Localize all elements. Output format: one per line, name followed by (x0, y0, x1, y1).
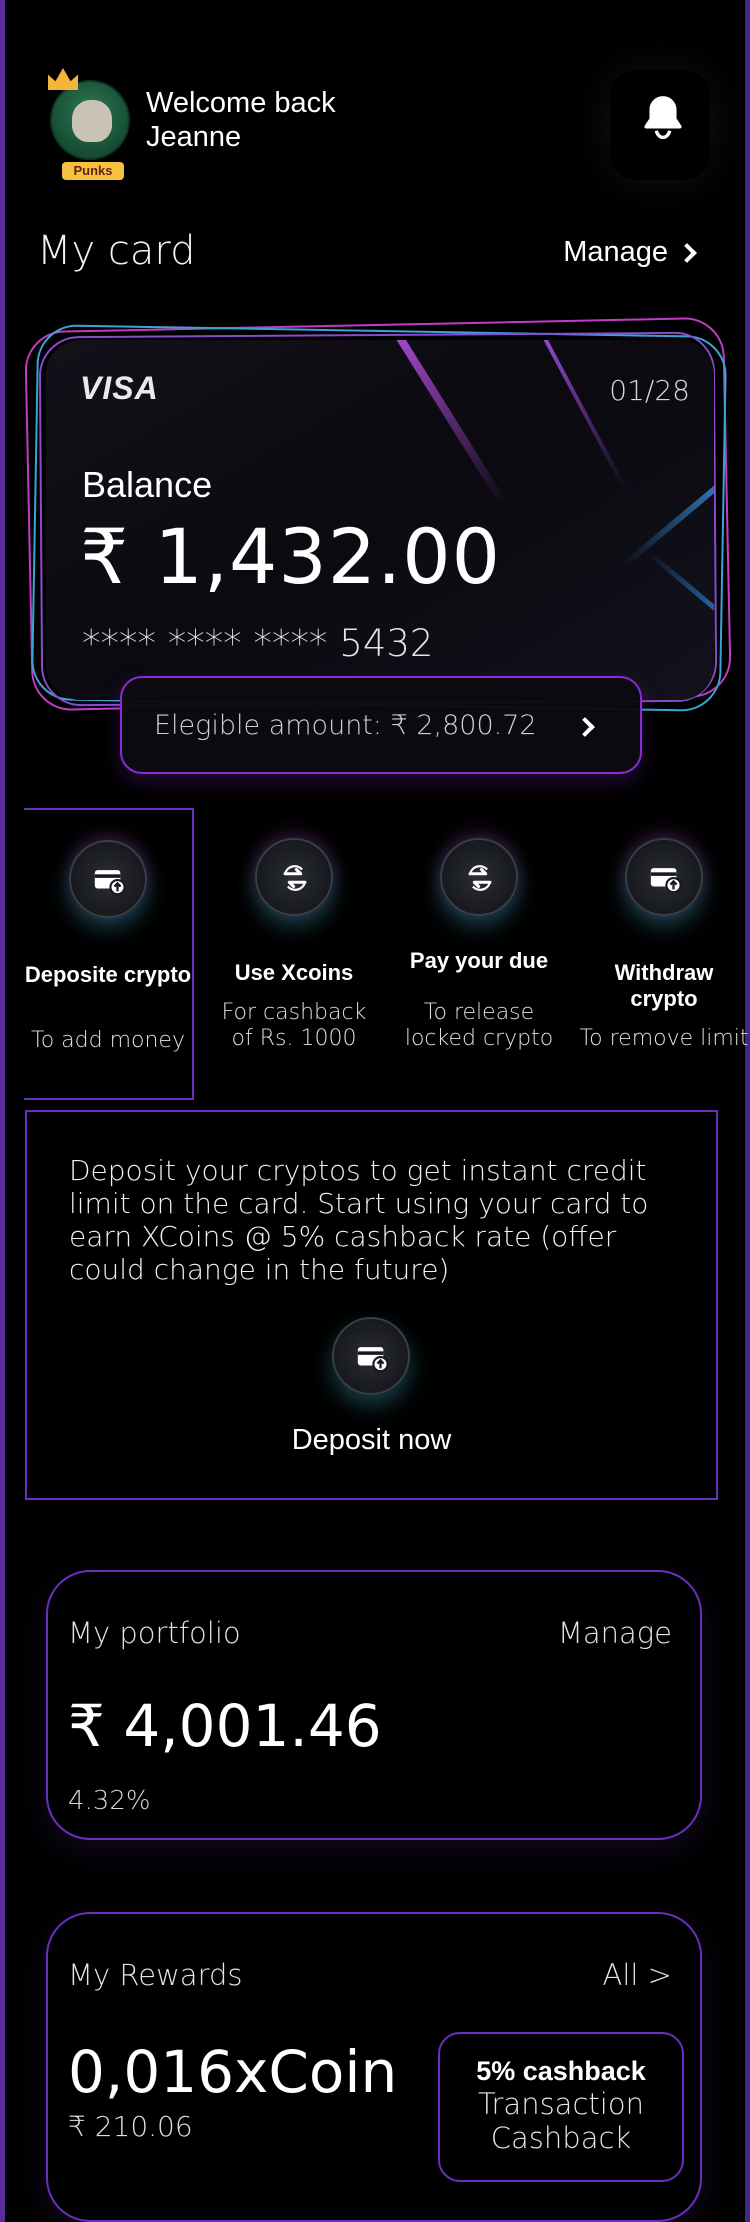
cashback-badge[interactable]: 5% cashback Transaction Cashback (438, 2032, 684, 2182)
card-stack: VISA 01/28 Balance ₹ 1,432.00 **** **** … (24, 316, 732, 713)
action-subtitle: To remove limit (579, 1026, 749, 1051)
portfolio-change: 4.32% (68, 1786, 151, 1816)
avatar[interactable]: Punks (48, 68, 130, 180)
cashback-title: 5% cashback (476, 2056, 646, 2086)
visa-logo: VISA (80, 370, 159, 406)
action-use-xcoins[interactable]: Use Xcoins For cashback of Rs. 1000 (209, 808, 379, 1100)
welcome-username: Jeanne (146, 121, 242, 153)
action-title: Use Xcoins (234, 960, 354, 985)
action-subtitle: For cashback of Rs. 1000 (221, 1000, 367, 1051)
exchange-icon (440, 838, 518, 916)
action-subtitle: To release locked crypto (404, 1000, 554, 1051)
avatar-face (72, 100, 112, 142)
action-subtitle: To add money (31, 1028, 185, 1053)
portfolio-title: My portfolio (68, 1616, 241, 1650)
action-title: Pay your due (409, 948, 549, 973)
credit-card[interactable]: VISA 01/28 Balance ₹ 1,432.00 **** **** … (46, 340, 714, 700)
action-title: Withdraw crypto (614, 960, 714, 1011)
crown-icon (48, 68, 78, 90)
cashback-line: Cashback (490, 2121, 632, 2155)
rewards-all-link[interactable]: All > (603, 1958, 672, 1992)
card-decoration (648, 552, 714, 633)
rewards-title: My Rewards (68, 1958, 243, 1992)
balance-amount: ₹ 1,432.00 (80, 512, 501, 601)
eligible-amount-text: Elegible amount: ₹ 2,800.72 (154, 710, 537, 741)
card-upload-icon (625, 838, 703, 916)
bell-icon (644, 96, 682, 140)
deposit-info-text: Deposit your cryptos to get instant cred… (69, 1154, 649, 1286)
exchange-icon (255, 838, 333, 916)
card-decoration (383, 340, 507, 506)
balance-label: Balance (82, 464, 213, 505)
card-expiry: 01/28 (609, 374, 690, 407)
card-upload-icon[interactable] (332, 1317, 410, 1395)
chevron-right-icon (677, 242, 697, 263)
card-number: **** **** **** 5432 (82, 622, 434, 665)
deposit-info-box: Deposit your cryptos to get instant cred… (25, 1110, 718, 1500)
action-pay-due[interactable]: Pay your due To release locked crypto (394, 808, 564, 1100)
manage-card-label: Manage (563, 236, 668, 268)
eligible-amount-button[interactable]: Elegible amount: ₹ 2,800.72 (120, 676, 642, 774)
action-withdraw-crypto[interactable]: Withdraw crypto To remove limit (579, 808, 749, 1100)
header: Punks Welcome back Jeanne (48, 68, 710, 180)
xcoin-inr-value: ₹ 210.06 (68, 2110, 193, 2143)
portfolio-value: ₹ 4,001.46 (68, 1692, 382, 1760)
action-title: Deposite crypto (24, 962, 192, 987)
chevron-right-icon (575, 717, 595, 737)
card-upload-icon (69, 840, 147, 918)
cashback-line: Transaction (478, 2087, 644, 2121)
quick-actions: Deposite crypto To add money Use Xcoins … (24, 808, 749, 1100)
card-decoration (622, 459, 714, 567)
portfolio-panel: My portfolio Manage ₹ 4,001.46 4.32% (46, 1570, 702, 1840)
card-decoration (538, 340, 628, 491)
welcome-greeting: Welcome back (146, 87, 336, 119)
deposit-now-button[interactable]: Deposit now (27, 1424, 716, 1457)
action-deposit-crypto[interactable]: Deposite crypto To add money (24, 808, 194, 1100)
welcome-text: Welcome back Jeanne (146, 86, 336, 154)
manage-card-link[interactable]: Manage (563, 236, 697, 269)
my-card-title: My card (37, 228, 196, 274)
rewards-panel: My Rewards All > 0,016xCoin ₹ 210.06 5% … (46, 1912, 702, 2222)
portfolio-manage-link[interactable]: Manage (558, 1616, 672, 1650)
xcoin-amount: 0,016xCoin (68, 2038, 398, 2106)
notification-button[interactable] (610, 70, 710, 180)
avatar-badge: Punks (62, 162, 124, 180)
